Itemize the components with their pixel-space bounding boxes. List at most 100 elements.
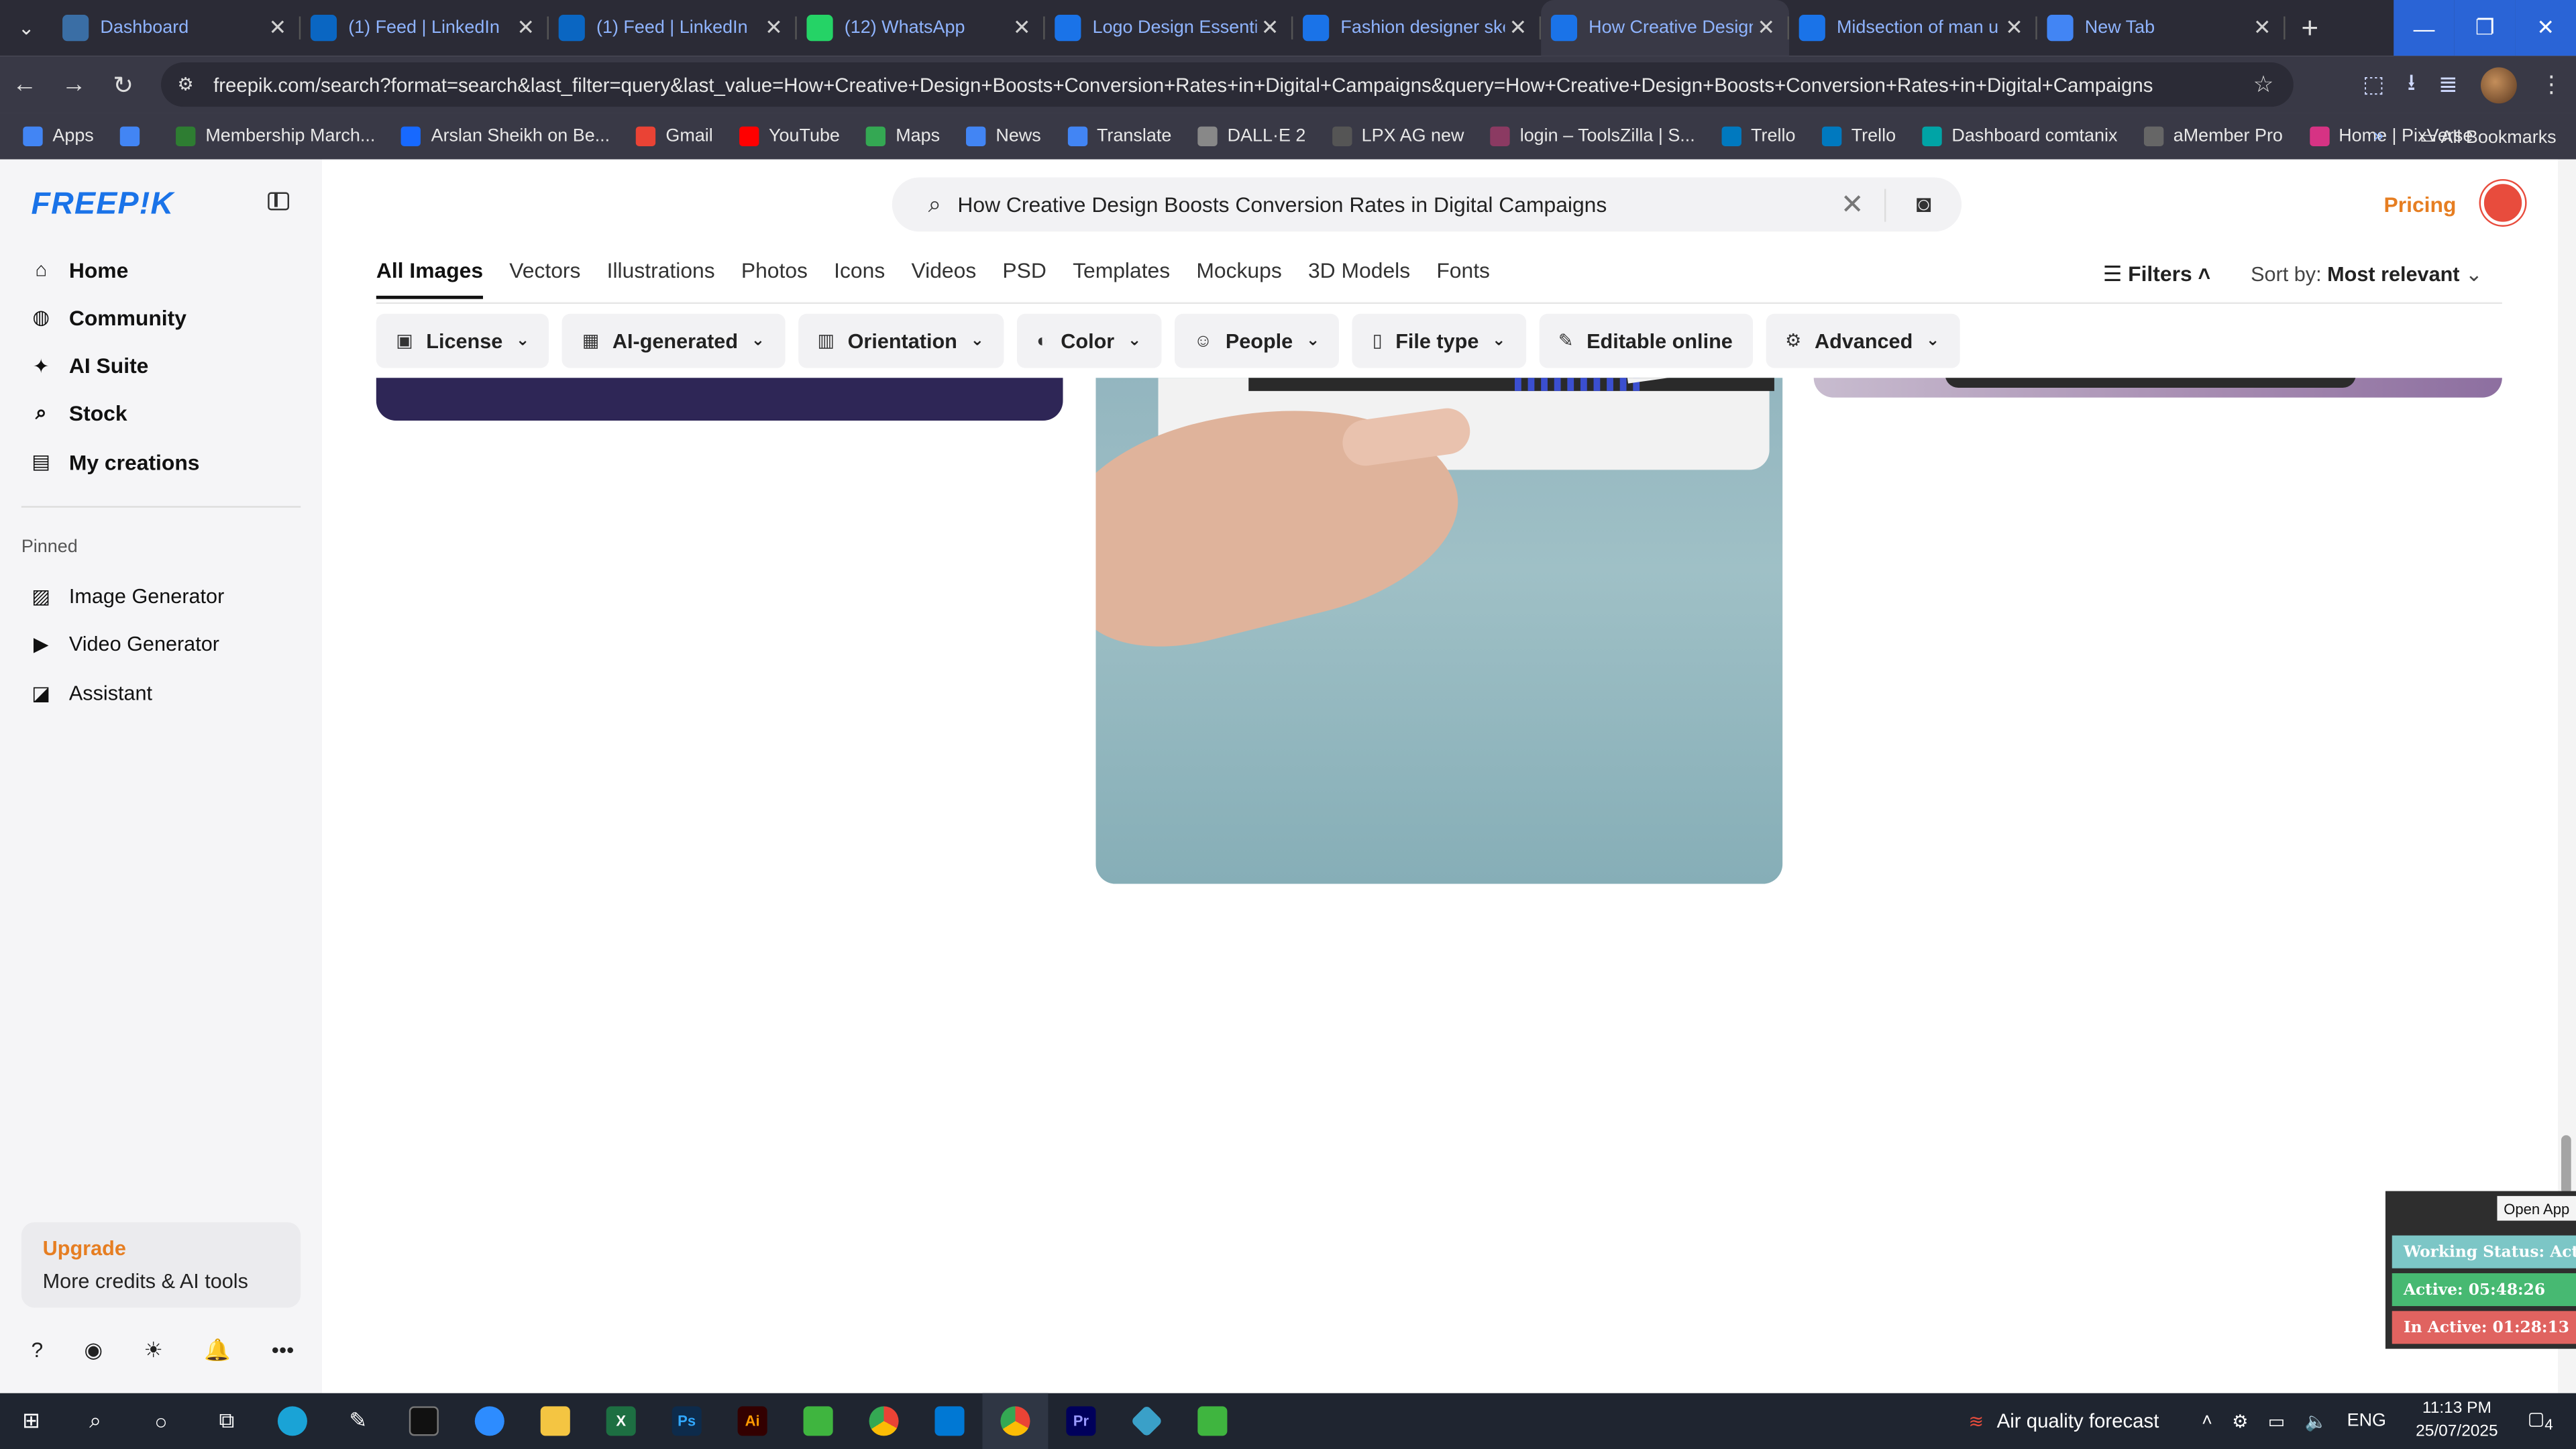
file-explorer-icon[interactable]: [523, 1393, 588, 1449]
bookmark-item[interactable]: LPX AG new: [1332, 126, 1464, 146]
pricing-link[interactable]: Pricing: [2383, 193, 2456, 217]
search-bar[interactable]: ⌕ How Creative Design Boosts Conversion …: [892, 177, 1962, 232]
user-avatar[interactable]: [2480, 180, 2526, 225]
filters-button[interactable]: ☰ Filters ˄: [2103, 261, 2210, 287]
result-image-card[interactable]: [1095, 378, 1783, 884]
content-tab[interactable]: 3D Models: [1308, 258, 1410, 299]
forward-button[interactable]: →: [49, 70, 98, 99]
content-tab[interactable]: All Images: [376, 258, 484, 299]
restore-button[interactable]: ❐: [2454, 0, 2516, 56]
app2-icon[interactable]: [1114, 1393, 1179, 1449]
download-icon[interactable]: ⭳: [2408, 65, 2416, 105]
clear-search-icon[interactable]: ✕: [1820, 188, 1886, 221]
app3-icon[interactable]: [1179, 1393, 1245, 1449]
reload-button[interactable]: ↻: [99, 70, 148, 100]
zoom-icon[interactable]: [457, 1393, 523, 1449]
bookmark-item[interactable]: Trello: [1821, 126, 1896, 146]
bookmark-item[interactable]: login – ToolsZilla | S...: [1490, 126, 1695, 146]
freepik-logo[interactable]: FREEP!K: [32, 187, 174, 223]
browser-tab[interactable]: Midsection of man u ✕: [1789, 0, 2037, 56]
volume-icon[interactable]: 🔈: [2305, 1410, 2328, 1432]
more-bookmarks-icon[interactable]: »: [2373, 127, 2383, 146]
more-options-icon[interactable]: •••: [272, 1337, 294, 1363]
close-window-button[interactable]: ✕: [2515, 0, 2576, 56]
filter-chip[interactable]: ▥ Orientation ⌄: [798, 313, 1004, 368]
media-control-icon[interactable]: ≣: [2438, 70, 2458, 99]
sidebar-toggle-icon[interactable]: [268, 192, 290, 211]
pinned-item[interactable]: ◪ Assistant: [30, 673, 152, 712]
help-icon[interactable]: ?: [32, 1337, 44, 1363]
close-tab-icon[interactable]: ✕: [513, 15, 539, 41]
bookmark-item[interactable]: aMember Pro: [2143, 126, 2283, 146]
close-tab-icon[interactable]: ✕: [1256, 15, 1283, 41]
browser-tab[interactable]: Logo Design Essentia ✕: [1045, 0, 1293, 56]
bookmark-item[interactable]: Translate: [1067, 126, 1171, 146]
clock[interactable]: 11:13 PM 25/07/2025: [2416, 1398, 2498, 1444]
close-tab-icon[interactable]: ✕: [761, 15, 787, 41]
bookmark-item[interactable]: Maps: [866, 126, 940, 146]
sidebar-nav-item[interactable]: ▤ My creations: [30, 442, 199, 482]
close-tab-icon[interactable]: ✕: [1009, 15, 1035, 41]
minimize-button[interactable]: —: [2394, 0, 2455, 56]
notifications-icon[interactable]: 🔔: [204, 1337, 231, 1363]
open-app-button[interactable]: Open App: [2497, 1195, 2576, 1221]
browser-tab[interactable]: How Creative Design ✕: [1541, 0, 1789, 56]
content-tab[interactable]: Photos: [741, 258, 808, 299]
content-tab[interactable]: Vectors: [509, 258, 580, 299]
scrollbar-thumb[interactable]: [2561, 1135, 2571, 1195]
url-bar[interactable]: ⚙ freepik.com/search?format=search&last_…: [161, 62, 2294, 107]
sidebar-nav-item[interactable]: ⌕ Stock: [30, 394, 127, 433]
start-icon[interactable]: ⊞: [0, 1393, 62, 1449]
result-image-card[interactable]: [376, 378, 1063, 421]
bookmark-star-icon[interactable]: ☆: [2253, 70, 2274, 99]
filter-chip[interactable]: ◐ Color ⌄: [1017, 313, 1161, 368]
pinned-item[interactable]: ▨ Image Generator: [30, 577, 224, 616]
app-icon[interactable]: [786, 1393, 851, 1449]
theme-toggle-icon[interactable]: ☀: [144, 1337, 163, 1363]
content-tab[interactable]: Videos: [911, 258, 976, 299]
photoshop-icon[interactable]: Ps: [654, 1393, 720, 1449]
filter-chip[interactable]: ▣ License ⌄: [376, 313, 549, 368]
sidebar-nav-item[interactable]: ✦ AI Suite: [30, 346, 149, 386]
sort-dropdown[interactable]: Sort by: Most relevant ⌄: [2251, 261, 2483, 286]
browser-tab[interactable]: (12) WhatsApp ✕: [797, 0, 1045, 56]
discord-icon[interactable]: ◉: [84, 1337, 103, 1363]
back-button[interactable]: ←: [0, 70, 49, 99]
bookmark-item[interactable]: [119, 126, 150, 146]
upgrade-card[interactable]: Upgrade More credits & AI tools: [21, 1222, 301, 1308]
close-tab-icon[interactable]: ✕: [1753, 15, 1779, 41]
premiere-icon[interactable]: Pr: [1048, 1393, 1114, 1449]
chrome-icon[interactable]: [851, 1393, 917, 1449]
bookmark-item[interactable]: Trello: [1721, 126, 1795, 146]
bookmark-item[interactable]: Membership March...: [176, 126, 375, 146]
pen-tool-icon[interactable]: ✎: [325, 1393, 391, 1449]
chrome-active-icon[interactable]: [982, 1393, 1049, 1449]
content-tab[interactable]: Templates: [1073, 258, 1170, 299]
edge-icon[interactable]: [260, 1393, 325, 1449]
network-icon[interactable]: ▭: [2268, 1410, 2285, 1432]
search-icon[interactable]: ⌕: [62, 1393, 128, 1449]
result-image-card[interactable]: [1813, 378, 2502, 398]
bookmark-item[interactable]: Gmail: [636, 126, 713, 146]
tray-expand-icon[interactable]: ˄: [2202, 1411, 2212, 1431]
filter-chip[interactable]: ⚙ Advanced ⌄: [1765, 313, 1960, 368]
close-tab-icon[interactable]: ✕: [2001, 15, 2027, 41]
sidebar-nav-item[interactable]: ◍ Community: [30, 298, 186, 337]
content-tab[interactable]: PSD: [1002, 258, 1046, 299]
browser-tab[interactable]: Fashion designer ske ✕: [1293, 0, 1542, 56]
pinned-item[interactable]: ▶ Video Generator: [30, 625, 219, 664]
terminal-icon[interactable]: [391, 1393, 457, 1449]
air-quality-label[interactable]: Air quality forecast: [1997, 1409, 2159, 1432]
close-tab-icon[interactable]: ✕: [264, 15, 290, 41]
filter-chip[interactable]: ▦ AI-generated ⌄: [562, 313, 785, 368]
close-tab-icon[interactable]: ✕: [2249, 15, 2275, 41]
browser-tab[interactable]: New Tab ✕: [2037, 0, 2286, 56]
vscode-icon[interactable]: [917, 1393, 983, 1449]
browser-tab[interactable]: (1) Feed | LinkedIn ✕: [301, 0, 549, 56]
browser-tab[interactable]: (1) Feed | LinkedIn ✕: [549, 0, 797, 56]
bookmark-item[interactable]: Apps: [23, 126, 94, 146]
browser-profile-avatar[interactable]: [2480, 66, 2517, 103]
close-tab-icon[interactable]: ✕: [1505, 15, 1531, 41]
content-tab[interactable]: Icons: [834, 258, 885, 299]
browser-tab[interactable]: Dashboard ✕: [52, 0, 301, 56]
